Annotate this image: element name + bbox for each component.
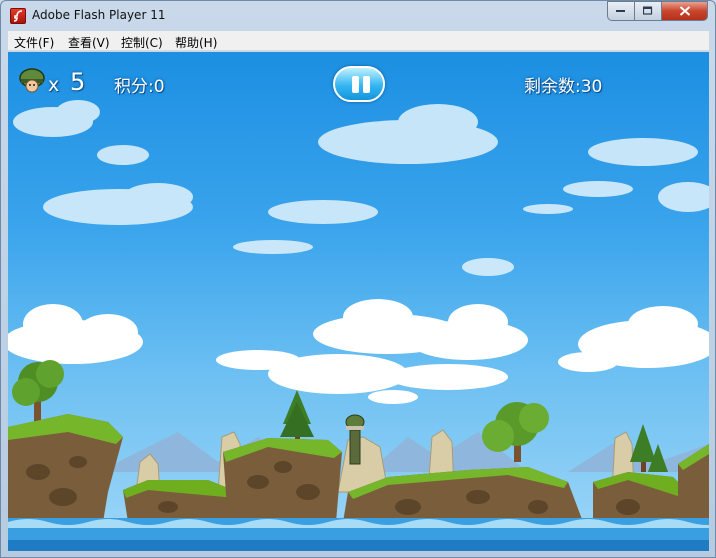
pause-icon-bar [363,76,370,93]
pause-icon [352,76,359,93]
menu-control[interactable]: 控制(C) [121,34,163,51]
window-title: Adobe Flash Player 11 [32,8,166,22]
water [8,518,709,551]
close-button[interactable] [662,1,708,21]
lives-multiplier: x [48,74,60,96]
pause-button[interactable] [333,66,385,102]
menu-file[interactable]: 文件(F) [14,34,54,51]
menu-help[interactable]: 帮助(H) [175,34,217,51]
flash-icon [10,8,26,24]
clouds [13,100,709,276]
menu-bar: 文件(F) 查看(V) 控制(C) 帮助(H) [8,31,709,51]
game-scene [8,100,709,551]
soldier-helmet-icon [18,67,46,93]
game-stage[interactable]: x 5 积分:0 剩余数:30 [8,52,709,551]
flash-player-window: Adobe Flash Player 11 文件(F) 查看(V) 控制(C) … [0,0,716,558]
maximize-button[interactable] [635,1,662,21]
score-label: 积分:0 [114,77,165,97]
lower-clouds [8,299,709,404]
title-bar[interactable]: Adobe Flash Player 11 [1,1,715,31]
menu-view[interactable]: 查看(V) [68,34,110,51]
remaining-label: 剩余数:30 [524,77,603,97]
lives-count: 5 [70,68,86,96]
minimize-button[interactable] [607,1,635,21]
